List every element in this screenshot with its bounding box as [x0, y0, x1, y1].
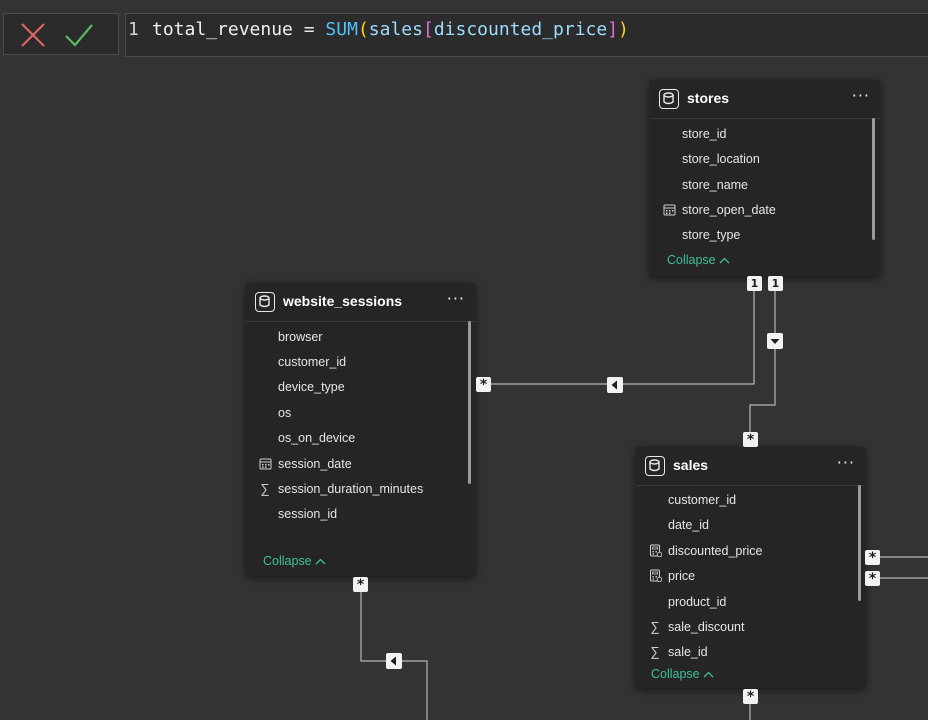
collapse-link[interactable]: Collapse: [651, 667, 714, 681]
table-header[interactable]: stores ···: [650, 80, 880, 119]
cardinality-many-marker[interactable]: *: [476, 377, 491, 393]
field-list-scrollbar[interactable]: [872, 118, 875, 240]
cardinality-one-marker[interactable]: 1: [768, 276, 783, 291]
cardinality-many-marker[interactable]: *: [743, 689, 758, 705]
chevron-up-icon: [315, 558, 326, 565]
chevron-up-icon: [703, 671, 714, 678]
filter-direction-left-icon[interactable]: [607, 377, 623, 393]
calendar-icon: [662, 203, 676, 217]
calculator-icon: [648, 544, 662, 558]
calculator-icon: [648, 569, 662, 583]
cardinality-many-marker[interactable]: *: [865, 571, 880, 587]
more-options-icon[interactable]: ···: [852, 86, 870, 105]
field-list-scrollbar[interactable]: [468, 321, 471, 484]
relationship-line-stores-website: [490, 289, 755, 385]
table-card-sales[interactable]: sales ··· customer_id date_id discounted…: [636, 447, 865, 688]
collapse-link[interactable]: Collapse: [667, 253, 730, 267]
calendar-icon: [258, 457, 272, 471]
filter-direction-down-icon[interactable]: [767, 333, 783, 349]
cardinality-many-marker[interactable]: *: [353, 577, 368, 593]
more-options-icon[interactable]: ···: [447, 289, 465, 308]
sigma-icon: ∑: [260, 481, 270, 496]
field-list-scrollbar[interactable]: [858, 485, 861, 601]
table-icon: [659, 89, 679, 109]
table-title: stores: [687, 90, 730, 106]
cardinality-many-marker[interactable]: *: [865, 550, 880, 566]
table-card-stores[interactable]: stores ··· store_id store_location store…: [650, 80, 880, 276]
table-header[interactable]: sales ···: [636, 447, 865, 486]
table-card-website-sessions[interactable]: website_sessions ··· browser customer_id…: [246, 283, 475, 576]
cardinality-one-marker[interactable]: 1: [747, 276, 762, 291]
cardinality-many-marker[interactable]: *: [743, 432, 758, 448]
chevron-up-icon: [719, 257, 730, 264]
filter-direction-left-icon[interactable]: [386, 653, 402, 669]
collapse-link[interactable]: Collapse: [263, 554, 326, 568]
sigma-icon: ∑: [650, 644, 660, 659]
table-icon: [255, 292, 275, 312]
table-header[interactable]: website_sessions ···: [246, 283, 475, 322]
table-icon: [645, 456, 665, 476]
sigma-icon: ∑: [650, 619, 660, 634]
table-title: sales: [673, 457, 709, 473]
more-options-icon[interactable]: ···: [837, 453, 855, 472]
table-title: website_sessions: [283, 293, 403, 309]
